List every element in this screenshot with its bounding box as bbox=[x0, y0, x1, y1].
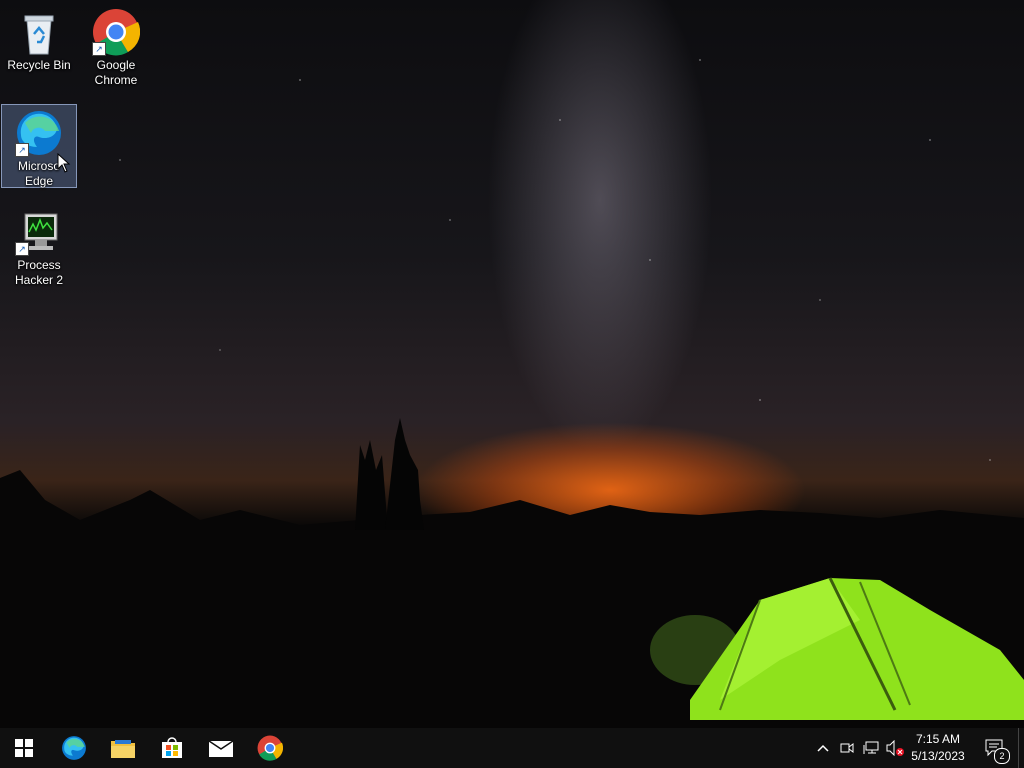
meet-now-button[interactable] bbox=[837, 728, 857, 768]
mail-icon bbox=[209, 740, 233, 757]
mouse-cursor-icon bbox=[57, 153, 71, 173]
taskbar-mail-button[interactable] bbox=[197, 728, 245, 768]
clock-time: 7:15 AM bbox=[915, 732, 961, 746]
wallpaper-landscape bbox=[0, 418, 1024, 728]
process-hacker-icon: ↗ bbox=[15, 208, 63, 256]
taskbar-file-explorer-button[interactable] bbox=[99, 728, 147, 768]
taskbar: 7:15 AM 5/13/2023 2 bbox=[0, 728, 1024, 768]
folder-icon bbox=[111, 740, 135, 758]
network-button[interactable] bbox=[860, 728, 882, 768]
action-center-button[interactable]: 2 bbox=[980, 728, 1010, 768]
show-hidden-icons-button[interactable] bbox=[813, 728, 833, 768]
edge-icon: ↗ bbox=[15, 109, 63, 157]
store-icon bbox=[162, 737, 182, 758]
taskbar-chrome-button[interactable] bbox=[246, 728, 294, 768]
desktop-icon-google-chrome[interactable]: ↗ Google Chrome bbox=[79, 4, 153, 88]
desktop[interactable]: Recycle Bin ↗ Google Chrome ↗ Microso Ed… bbox=[0, 0, 1024, 728]
taskbar-store-button[interactable] bbox=[148, 728, 196, 768]
clock[interactable]: 7:15 AM 5/13/2023 bbox=[900, 731, 976, 765]
chrome-icon: ↗ bbox=[92, 8, 141, 56]
windows-start-icon bbox=[15, 739, 33, 757]
desktop-icon-recycle-bin[interactable]: Recycle Bin bbox=[2, 4, 76, 73]
desktop-icon-label: Recycle Bin bbox=[7, 58, 71, 72]
desktop-icon-label: Process Hacker 2 bbox=[14, 258, 64, 287]
chevron-up-icon bbox=[817, 744, 829, 752]
desktop-icon-label: Google Chrome bbox=[94, 58, 138, 87]
shortcut-arrow-icon: ↗ bbox=[15, 143, 29, 157]
taskbar-edge-button[interactable] bbox=[50, 728, 98, 768]
edge-icon bbox=[62, 736, 86, 760]
shortcut-arrow-icon: ↗ bbox=[92, 42, 106, 56]
desktop-icon-process-hacker-2[interactable]: ↗ Process Hacker 2 bbox=[2, 204, 76, 288]
recycle-bin-icon bbox=[15, 8, 63, 56]
show-desktop-button[interactable] bbox=[1018, 728, 1024, 768]
shortcut-arrow-icon: ↗ bbox=[15, 242, 29, 256]
network-icon bbox=[863, 741, 879, 754]
chrome-icon bbox=[257, 735, 283, 761]
start-button[interactable] bbox=[0, 728, 48, 768]
notification-count-badge: 2 bbox=[994, 748, 1010, 764]
meet-now-icon bbox=[840, 743, 854, 753]
clock-date: 5/13/2023 bbox=[911, 749, 965, 763]
desktop-icon-microsoft-edge[interactable]: ↗ Microso Edge bbox=[1, 104, 77, 188]
